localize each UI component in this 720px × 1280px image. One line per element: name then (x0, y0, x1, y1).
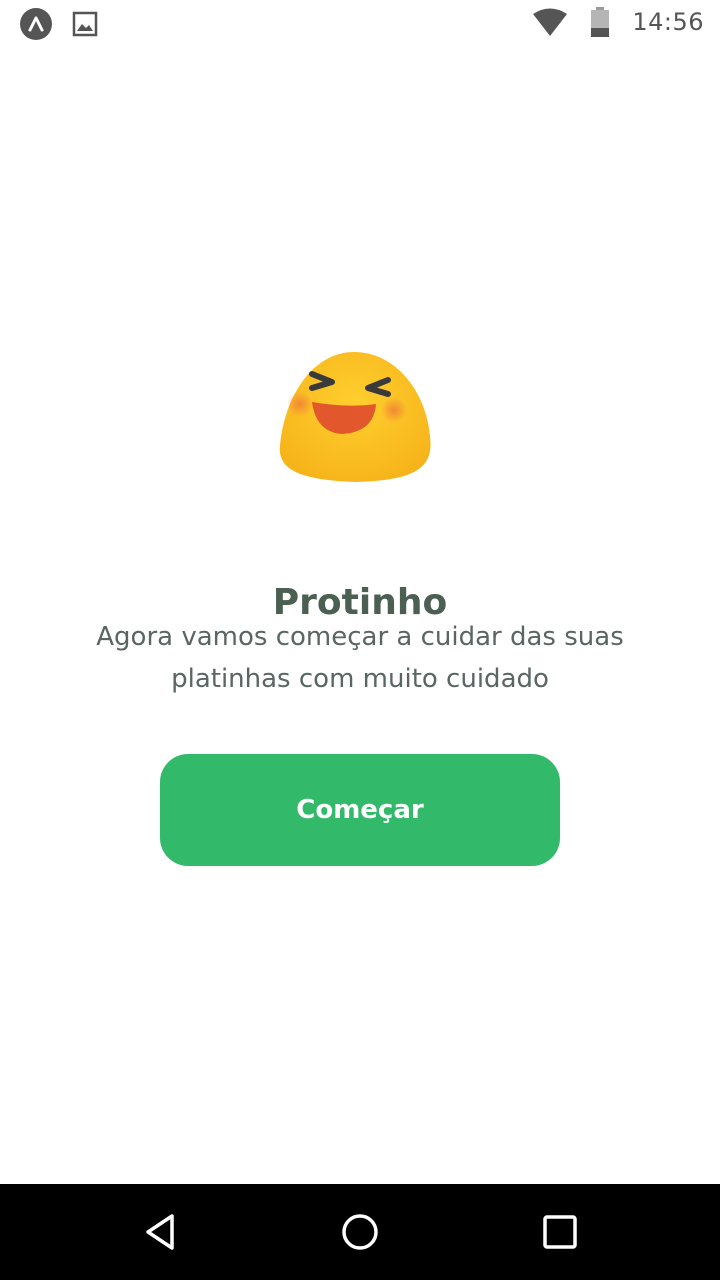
welcome-content: Protinho Agora vamos começar a cuidar da… (0, 48, 720, 1184)
recents-icon[interactable] (536, 1208, 584, 1256)
status-bar: 14:56 (0, 0, 720, 48)
home-icon[interactable] (336, 1208, 384, 1256)
clock: 14:56 (632, 8, 704, 36)
battery-icon (590, 6, 610, 38)
start-button[interactable]: Começar (160, 754, 560, 866)
wifi-icon (532, 7, 568, 37)
screen: 14:56 Protinho Agora vamos começar a cui… (0, 0, 720, 1280)
back-icon[interactable] (136, 1208, 184, 1256)
welcome-message: Agora vamos começar a cuidar das suas pl… (96, 622, 624, 694)
navigation-bar (0, 1184, 720, 1280)
start-button-label: Começar (296, 795, 424, 825)
image-icon (72, 11, 98, 37)
expo-icon (20, 8, 52, 40)
